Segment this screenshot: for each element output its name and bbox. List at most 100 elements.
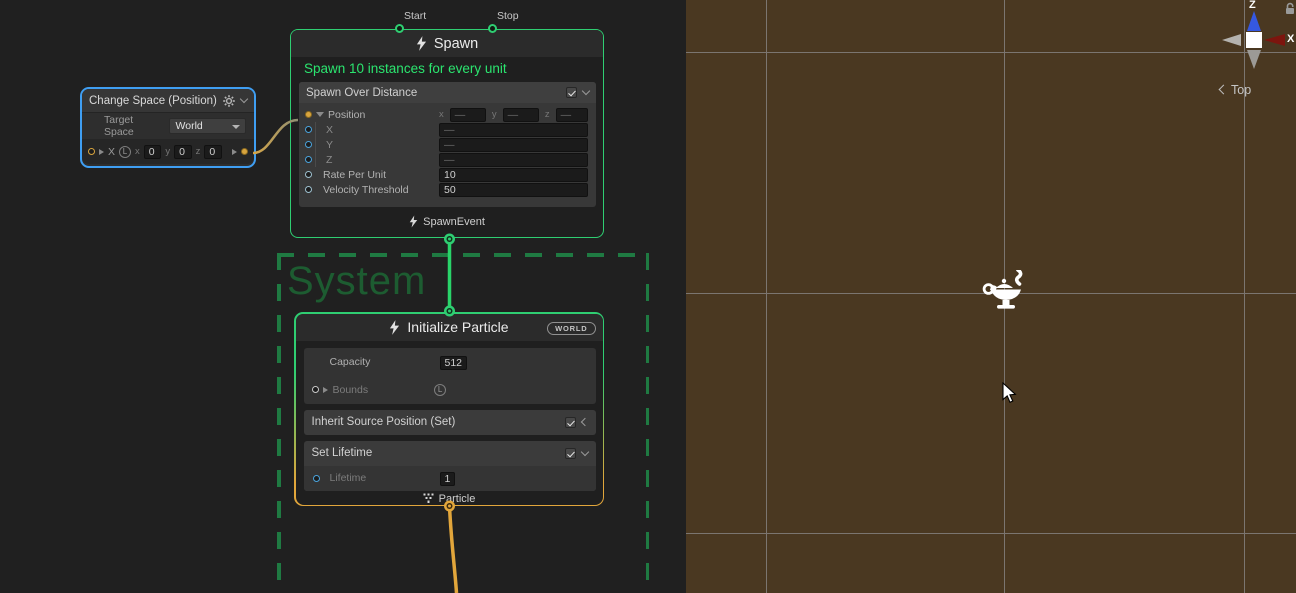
system-border-left [277, 253, 281, 593]
bounds-input-port[interactable] [312, 386, 319, 393]
initialize-title: Initialize Particle [407, 319, 508, 335]
view-mode-label[interactable]: Top [1231, 83, 1251, 97]
expand-triangle-icon[interactable] [99, 149, 104, 155]
x-input-port[interactable] [305, 126, 312, 133]
indent-guide [315, 152, 316, 167]
changespace-input-port[interactable] [88, 148, 95, 155]
gizmo-down-cone[interactable] [1247, 50, 1261, 69]
target-space-dropdown[interactable]: World [169, 118, 246, 134]
capacity-row: Capacity 512 [304, 348, 596, 376]
set-lifetime-block[interactable]: Set Lifetime Lifetime 1 [304, 441, 596, 491]
space-badge[interactable]: WORLD [547, 322, 595, 335]
lightning-icon [416, 36, 427, 51]
gizmo-x-axis-cone[interactable] [1264, 34, 1285, 46]
velocity-field[interactable]: 50 [439, 183, 588, 197]
pos-y-field[interactable]: — [503, 108, 539, 122]
scene-view[interactable]: Z X Top [686, 0, 1296, 593]
block-header[interactable]: Spawn Over Distance [299, 82, 596, 103]
spawn-titlebar[interactable]: Spawn [291, 30, 603, 57]
y-input-port[interactable] [305, 141, 312, 148]
position-z-row: Z — [299, 152, 596, 167]
lock-icon[interactable] [1284, 2, 1296, 15]
spawn-title: Spawn [434, 36, 478, 52]
z-row-field[interactable]: — [439, 153, 588, 167]
capacity-label: Capacity [330, 356, 371, 368]
spawnevent-output-label: SpawnEvent [423, 216, 485, 228]
pos-z-axis: z [545, 109, 550, 120]
rate-field[interactable]: 10 [439, 168, 588, 182]
z-row-label: Z [326, 154, 332, 166]
vfx-graph-editor: System Change Space (Position) [0, 0, 1296, 593]
lifetime-field[interactable]: 1 [440, 472, 456, 486]
bounds-row: Bounds L [304, 376, 596, 404]
rate-label: Rate Per Unit [323, 169, 386, 181]
gizmo-left-cone[interactable] [1222, 34, 1241, 46]
gear-icon[interactable] [223, 95, 235, 107]
graph-canvas[interactable]: System Change Space (Position) [0, 0, 686, 593]
bounds-expand-icon[interactable] [323, 387, 328, 393]
velocity-label: Velocity Threshold [323, 184, 409, 196]
velocity-input-port[interactable] [305, 186, 312, 193]
system-group-title[interactable]: System [287, 259, 426, 304]
lightning-icon [389, 320, 400, 335]
z-input-port[interactable] [305, 156, 312, 163]
grid-line [686, 52, 1296, 53]
lightning-icon [409, 215, 418, 228]
initialize-node-border: Initialize Particle WORLD Capacity 512 B… [294, 312, 604, 506]
particle-output-row: Particle [296, 493, 603, 505]
position-input-port[interactable] [305, 111, 312, 118]
lifetime-row: Lifetime 1 [304, 466, 596, 491]
grid-line [766, 0, 767, 593]
pos-x-field[interactable]: — [450, 108, 486, 122]
visual-effect-gizmo-icon[interactable] [982, 270, 1032, 312]
pos-x-axis: x [439, 109, 444, 120]
pos-y-axis: y [492, 109, 497, 120]
inherit-enabled-checkbox[interactable] [565, 417, 576, 428]
spawn-over-distance-block[interactable]: Spawn Over Distance Position x — y — [299, 82, 596, 207]
block-enabled-checkbox[interactable] [566, 87, 577, 98]
x-row-field[interactable]: — [439, 123, 588, 137]
block-title: Spawn Over Distance [306, 87, 560, 99]
lifetime-enabled-checkbox[interactable] [565, 448, 576, 459]
position-y-row: Y — [299, 137, 596, 152]
pos-z-field[interactable]: — [556, 108, 588, 122]
bounds-space-icon[interactable]: L [434, 384, 446, 396]
gizmo-x-axis-label[interactable]: X [1287, 33, 1294, 45]
lifetime-input-port[interactable] [313, 475, 320, 482]
spawn-start-port[interactable] [395, 24, 404, 33]
z-value-field[interactable]: 0 [204, 145, 222, 159]
position-row: Position x — y — z — [299, 107, 596, 122]
z-axis-label: z [196, 146, 201, 157]
dropdown-arrow-icon [232, 125, 240, 129]
x-value-field[interactable]: 0 [144, 145, 162, 159]
spawnevent-output-row: SpawnEvent [291, 215, 603, 228]
collapse-chevron-icon[interactable] [240, 95, 248, 103]
particle-output-label: Particle [439, 493, 476, 505]
position-expand-icon[interactable] [316, 112, 324, 117]
x-axis-label: x [135, 146, 140, 157]
block-collapse-icon[interactable] [582, 87, 590, 95]
x-row-label: X [326, 124, 333, 136]
y-row-field[interactable]: — [439, 138, 588, 152]
changespace-output-port[interactable] [241, 148, 248, 155]
gizmo-center-cube[interactable] [1246, 32, 1262, 48]
inherit-collapsed-icon[interactable] [580, 418, 588, 426]
inherit-source-position-block[interactable]: Inherit Source Position (Set) [304, 410, 596, 435]
change-space-titlebar[interactable]: Change Space (Position) [82, 89, 254, 113]
spawn-context-node[interactable]: Spawn Spawn 10 instances for every unit … [290, 29, 604, 238]
space-local-icon[interactable]: L [119, 146, 131, 158]
change-space-title: Change Space (Position) [89, 95, 223, 107]
particle-icon [423, 493, 434, 504]
gizmo-z-axis-cone[interactable] [1247, 11, 1261, 31]
spawn-stop-port[interactable] [488, 24, 497, 33]
y-row-label: Y [326, 139, 333, 151]
y-value-field[interactable]: 0 [174, 145, 192, 159]
capacity-field[interactable]: 512 [440, 356, 468, 370]
lifetime-label: Lifetime [330, 472, 367, 484]
initialize-context-node[interactable]: Initialize Particle WORLD Capacity 512 B… [296, 314, 603, 505]
grid-line [686, 533, 1296, 534]
lifetime-collapse-icon[interactable] [580, 447, 588, 455]
change-space-node[interactable]: Change Space (Position) Target Space Wor… [80, 87, 256, 168]
gizmo-z-axis-label[interactable]: Z [1249, 0, 1256, 11]
rate-input-port[interactable] [305, 171, 312, 178]
